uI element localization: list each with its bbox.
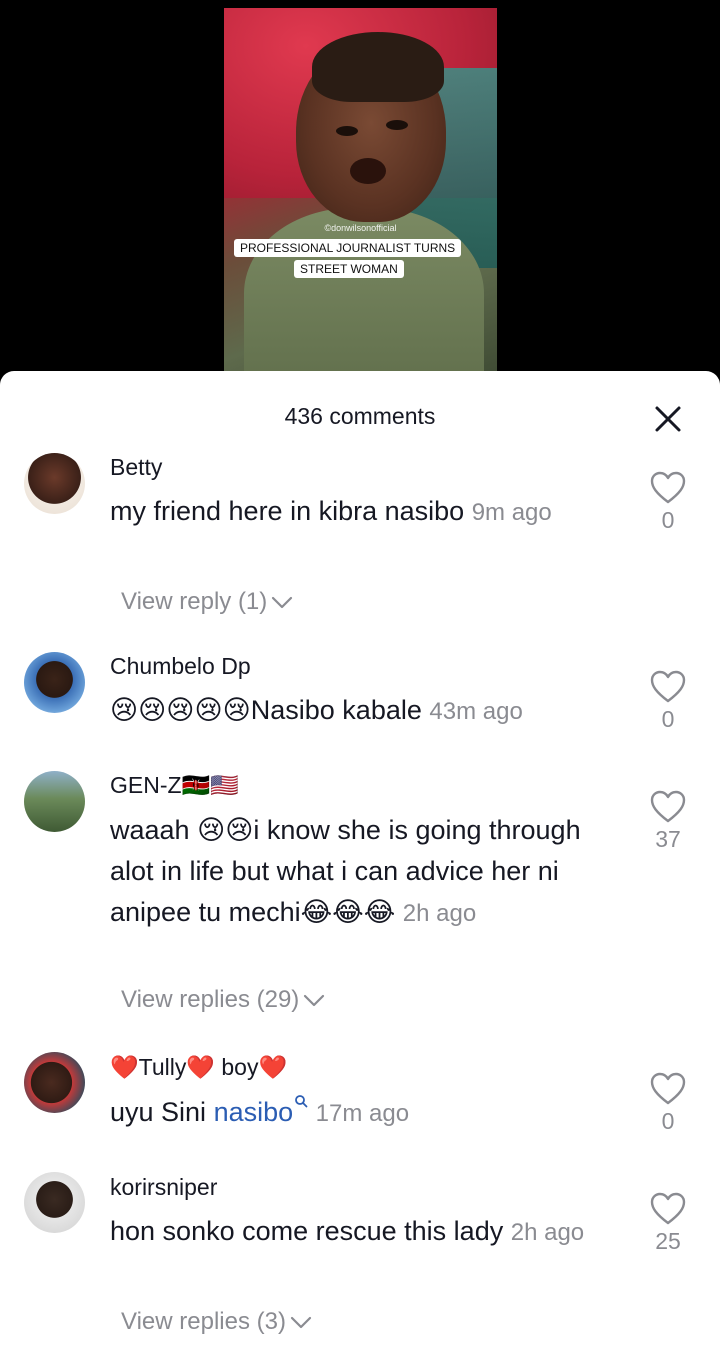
comment-emoji: 😢😢	[197, 815, 254, 846]
view-replies-label: View replies (29)	[121, 986, 300, 1013]
heart-outline-icon	[650, 790, 686, 823]
heart-outline-icon	[650, 471, 686, 504]
video-person-hair	[312, 32, 444, 102]
search-icon	[295, 1095, 308, 1108]
comment-time: 17m ago	[315, 1100, 410, 1127]
like-count: 25	[655, 1228, 681, 1254]
video-thumbnail[interactable]: ©donwilsonofficial PROFESSIONAL JOURNALI…	[224, 8, 497, 378]
avatar[interactable]	[24, 1052, 85, 1113]
like-count: 0	[661, 706, 675, 732]
view-replies-button[interactable]: View reply (1)	[121, 588, 293, 616]
close-icon	[655, 406, 681, 432]
comment-username[interactable]: Betty	[110, 454, 162, 481]
heart-outline-icon	[650, 670, 686, 703]
comment-emoji: 😂😂😂	[300, 897, 396, 928]
like-button[interactable]: 25	[640, 1192, 696, 1255]
video-person-body	[244, 208, 484, 378]
comments-header: 436 comments	[0, 371, 720, 461]
comment-body: uyu Sini	[110, 1097, 214, 1127]
chevron-down-icon	[290, 1316, 312, 1328]
like-count: 37	[655, 826, 681, 852]
video-watermark: ©donwilsonofficial	[324, 223, 397, 233]
comment-emoji: 😢😢😢😢😢	[110, 695, 251, 726]
comment-body: Nasibo kabale	[250, 695, 422, 725]
view-replies-label: View replies (3)	[121, 1308, 286, 1335]
view-replies-button[interactable]: View replies (29)	[121, 986, 325, 1014]
comment-username[interactable]: korirsniper	[110, 1174, 217, 1201]
heart-outline-icon	[650, 1072, 686, 1105]
view-replies-button[interactable]: View replies (3)	[121, 1308, 312, 1336]
comment-text: uyu Sini nasibo 17m ago	[110, 1092, 610, 1134]
comments-sheet: 436 comments Betty my friend here in kib…	[0, 371, 720, 1353]
comment-time: 43m ago	[429, 698, 523, 725]
comment-username[interactable]: Chumbelo Dp	[110, 653, 251, 680]
chevron-down-icon	[304, 994, 325, 1006]
video-person-eye	[336, 126, 358, 136]
like-button[interactable]: 0	[640, 1072, 696, 1135]
comment-count: 436 comments	[284, 403, 436, 429]
video-area[interactable]: ©donwilsonofficial PROFESSIONAL JOURNALI…	[0, 0, 720, 390]
like-count: 0	[661, 507, 675, 533]
video-person-eye	[386, 120, 408, 130]
comment-text: 😢😢😢😢😢Nasibo kabale 43m ago	[110, 690, 620, 732]
hashtag-link[interactable]: nasibo	[214, 1097, 294, 1127]
comment-time: 2h ago	[510, 1219, 585, 1246]
comment-time: 2h ago	[402, 900, 477, 927]
comment-body: my friend here in kibra nasibo	[110, 496, 465, 526]
comment-body: hon sonko come rescue this lady	[110, 1216, 504, 1246]
like-count: 0	[661, 1108, 675, 1134]
comment-text: hon sonko come rescue this lady 2h ago	[110, 1211, 610, 1253]
avatar[interactable]	[24, 771, 85, 832]
video-person-mouth	[350, 158, 386, 184]
like-button[interactable]: 0	[640, 471, 696, 534]
chevron-down-icon	[272, 596, 293, 608]
comment-text: my friend here in kibra nasibo 9m ago	[110, 491, 610, 533]
like-button[interactable]: 0	[640, 670, 696, 733]
comment-time: 9m ago	[471, 499, 552, 526]
heart-outline-icon	[650, 1192, 686, 1225]
comment-text: waaah 😢😢i know she is going through alot…	[110, 810, 610, 934]
comment-username[interactable]: ❤️Tully❤️ boy❤️	[110, 1054, 287, 1081]
video-caption-line-1: PROFESSIONAL JOURNALIST TURNS	[234, 239, 462, 257]
comment-username[interactable]: GEN-Z🇰🇪🇺🇸	[110, 772, 239, 799]
close-button[interactable]	[650, 401, 686, 437]
avatar[interactable]	[24, 1172, 85, 1233]
view-replies-label: View reply (1)	[121, 588, 268, 615]
avatar[interactable]	[24, 652, 85, 713]
avatar[interactable]	[24, 453, 85, 514]
video-caption-line-2: STREET WOMAN	[294, 260, 404, 278]
like-button[interactable]: 37	[640, 790, 696, 853]
comment-body: waaah	[110, 815, 198, 845]
